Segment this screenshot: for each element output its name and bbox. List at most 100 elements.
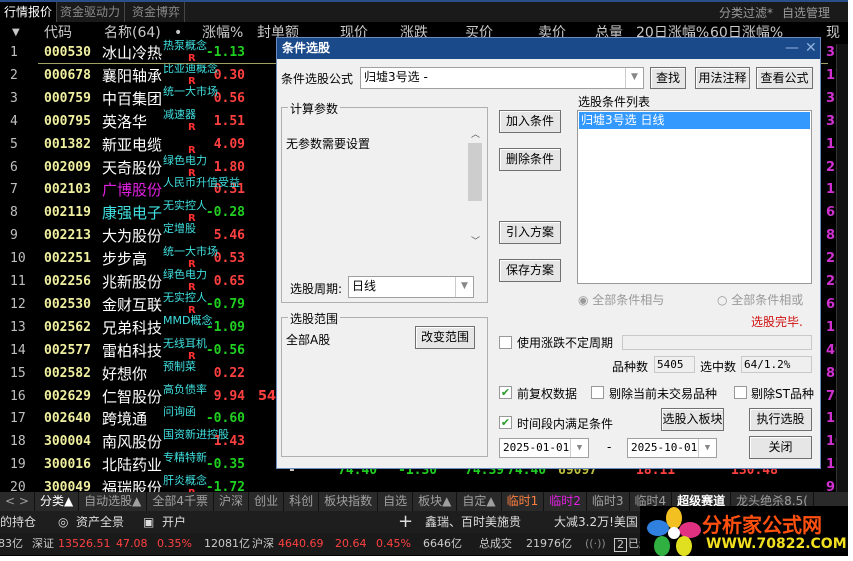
- row-index: 4: [10, 113, 18, 129]
- select-status: 选股完毕.: [751, 315, 803, 329]
- stock-name: 步步高: [102, 250, 148, 269]
- concept-tag: 国资新进控股: [163, 428, 229, 442]
- save-plan-button[interactable]: 保存方案: [499, 259, 561, 282]
- delete-condition-button[interactable]: 删除条件: [499, 148, 561, 171]
- news-ticker-1[interactable]: 鑫瑞、百时美施贵: [425, 511, 521, 533]
- watchlist-manage[interactable]: 自选管理: [782, 4, 830, 21]
- formula-select[interactable]: 归墟3号选 - ▼: [360, 67, 644, 89]
- concept-tag: 热泵概念: [163, 39, 207, 52]
- params-scrollbar[interactable]: ︿ ﹀: [468, 127, 482, 247]
- row-index: 12: [10, 296, 26, 312]
- col-now[interactable]: 现: [826, 22, 840, 44]
- plus-icon[interactable]: +: [398, 511, 413, 533]
- dialog-title: 条件选股: [282, 41, 331, 55]
- stock-name: 跨境通: [102, 410, 148, 429]
- tab-sector-index[interactable]: 板块指数: [319, 492, 379, 511]
- tab-hushen[interactable]: 沪深: [214, 492, 250, 511]
- condition-list[interactable]: 归墟3号选 日线: [577, 110, 812, 284]
- concept-tag: MMD概念: [163, 313, 213, 327]
- to-block-button[interactable]: 选股入板块: [661, 408, 724, 431]
- tab-custom[interactable]: 自定▲: [457, 492, 502, 511]
- tab-fund-drive[interactable]: 资金驱动力: [56, 2, 126, 22]
- open-account-link[interactable]: 开户: [162, 511, 186, 533]
- assets-link[interactable]: 资产全景: [76, 511, 124, 533]
- radio-and[interactable]: ◉ 全部条件相与: [578, 291, 664, 308]
- close-button[interactable]: 关闭: [749, 436, 812, 459]
- tab-nav-arrows[interactable]: < >: [0, 492, 35, 511]
- stock-code: 300004: [44, 434, 91, 450]
- stock-name: 兆新股份: [102, 273, 163, 291]
- col-code[interactable]: 代码: [44, 22, 72, 44]
- hs-label: 沪深: [252, 537, 274, 550]
- vertical-scrollbar[interactable]: [836, 44, 848, 492]
- tab-temp1[interactable]: 临时1: [502, 492, 545, 511]
- stock-name: 康强电子: [102, 204, 163, 223]
- sz-label: 深证: [32, 537, 54, 550]
- tab-auto-select[interactable]: 自动选股▲: [79, 492, 148, 511]
- holdings-link[interactable]: 我的持仓: [0, 511, 36, 533]
- tab-watchlist[interactable]: 自选: [378, 492, 414, 511]
- view-formula-button[interactable]: 查看公式: [756, 67, 813, 89]
- tab-temp2[interactable]: 临时2: [544, 492, 587, 511]
- scope-group: 选股范围 全部A股 改变范围: [281, 310, 488, 457]
- tab-category[interactable]: 分类▲: [35, 492, 80, 511]
- stock-code: 002256: [44, 274, 91, 289]
- tab-temp3[interactable]: 临时3: [587, 492, 630, 511]
- stock-name: 冰山冷热: [102, 44, 163, 62]
- tab-fund-game[interactable]: 资金博弈: [128, 2, 186, 22]
- minimize-icon[interactable]: —: [785, 38, 799, 59]
- variable-period-label: 使用涨跌不定周期: [517, 336, 614, 350]
- radio-or[interactable]: ○ 全部条件相或: [717, 291, 803, 308]
- stock-name: 南风股份: [102, 433, 163, 452]
- execute-select-button[interactable]: 执行选股: [749, 408, 812, 431]
- col-change-pct[interactable]: 涨幅%: [202, 22, 243, 44]
- stock-code: 001382: [44, 136, 91, 152]
- tab-sector[interactable]: 板块▲: [413, 492, 458, 511]
- signal-icon: ((·)): [585, 537, 606, 550]
- category-filter[interactable]: 分类过滤*: [719, 4, 773, 21]
- row-index: 14: [10, 342, 26, 358]
- row-index: 9: [10, 228, 18, 244]
- concept-tag: 人民币升值受益: [163, 176, 240, 190]
- sort-icon[interactable]: ▼: [12, 22, 20, 44]
- logo-url: WWW.70822.COM: [706, 536, 847, 552]
- exclude-st-checkbox[interactable]: [734, 386, 747, 399]
- period-select[interactable]: 日线 ▼: [348, 276, 474, 298]
- stock-name: 襄阳轴承: [102, 66, 163, 85]
- close-icon[interactable]: ✕: [805, 38, 817, 59]
- concept-tag: 定增股: [163, 222, 196, 236]
- time-range-checkbox[interactable]: ✔: [499, 416, 512, 429]
- formula-value: 归墟3号选 -: [364, 70, 428, 84]
- radio-or-label: 全部条件相或: [731, 293, 804, 307]
- variable-period-checkbox[interactable]: [499, 336, 512, 349]
- exclude-untraded-checkbox[interactable]: [591, 386, 604, 399]
- stock-name: 兄弟科技: [102, 318, 163, 337]
- stock-code: 002251: [44, 251, 91, 267]
- params-group: 计算参数 无参数需要设置 ︿ ﹀ 选股周期: 日线 ▼: [281, 100, 488, 303]
- date-to-select[interactable]: 2025-10-01 ▼: [627, 438, 717, 458]
- stock-name: 广博股份: [102, 181, 163, 200]
- row-index: 17: [10, 411, 26, 427]
- concept-tag: 绿色电力: [163, 268, 207, 281]
- date-from-select[interactable]: 2025-01-01 ▼: [499, 438, 589, 458]
- find-button[interactable]: 查找: [650, 67, 686, 89]
- concept-tag: 统一大市场: [163, 84, 218, 98]
- usage-button[interactable]: 用法注释: [695, 67, 750, 89]
- tab-quotes[interactable]: 行情报价: [0, 2, 58, 22]
- tab-star[interactable]: 科创: [284, 492, 320, 511]
- selected-label: 选中数: [700, 360, 737, 374]
- status-amount-a: 83亿: [0, 537, 23, 550]
- import-plan-button[interactable]: 引入方案: [499, 221, 561, 244]
- condition-select-dialog: 条件选股 — ✕ 条件选股公式 归墟3号选 - ▼ 查找 用法注释 查看公式 计算…: [276, 37, 821, 469]
- pre-adjust-checkbox[interactable]: ✔: [499, 386, 512, 399]
- scope-value: 全部A股: [286, 333, 331, 347]
- tab-all[interactable]: 全部4千票: [147, 492, 215, 511]
- change-scope-button[interactable]: 改变范围: [415, 326, 475, 349]
- col-name[interactable]: 名称(64): [104, 22, 161, 44]
- condition-list-item[interactable]: 归墟3号选 日线: [579, 112, 810, 129]
- exclude-untraded-label: 剔除当前未交易品种: [609, 387, 718, 401]
- add-condition-button[interactable]: 加入条件: [499, 110, 561, 133]
- row-index: 1: [10, 45, 18, 60]
- news-ticker-2[interactable]: 大减3.2万!美国: [554, 511, 638, 533]
- tab-chinext[interactable]: 创业: [249, 492, 285, 511]
